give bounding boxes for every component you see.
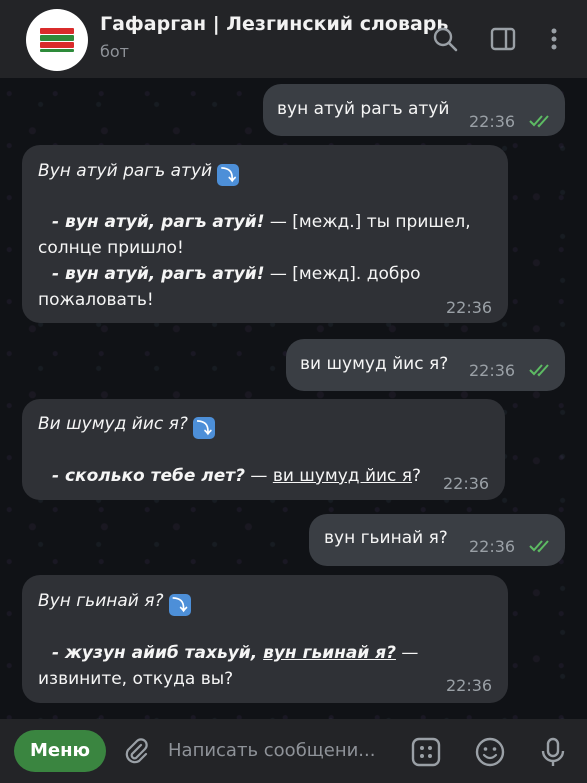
- flag-logo-icon: [40, 28, 74, 52]
- emoji-icon[interactable]: [474, 736, 506, 768]
- outgoing-message[interactable]: вун гьинай я? 22:36: [309, 514, 565, 566]
- bot-avatar[interactable]: [26, 9, 88, 71]
- chat-header: Гафарган | Лезгинский словарь бот: [0, 0, 587, 78]
- message-time: 22:36: [446, 676, 493, 695]
- sidebar-icon[interactable]: [488, 24, 518, 54]
- translation-line: солнце пришло!: [38, 238, 184, 258]
- keyboard-icon[interactable]: [410, 736, 442, 768]
- message-time: 22:36: [469, 537, 516, 556]
- bot-menu-button[interactable]: Меню: [14, 730, 106, 772]
- lookup-link[interactable]: ви шумуд йис я: [273, 466, 412, 486]
- chat-subtitle: бот: [100, 42, 129, 61]
- arrow-down-emoji-icon: ⤵: [217, 164, 240, 186]
- more-icon[interactable]: [539, 24, 569, 54]
- incoming-message[interactable]: Вун гьинай я? ⤵ - жузун айиб тахьуй, вун…: [22, 575, 508, 703]
- message-heading: Вун атуй рагъ атуй ⤵: [38, 159, 240, 186]
- chat-title[interactable]: Гафарган | Лезгинский словарь: [100, 13, 448, 35]
- outgoing-message[interactable]: ви шумуд йис я? 22:36: [286, 339, 565, 391]
- message-heading: Вун гьинай я? ⤵: [38, 589, 191, 616]
- read-ticks-icon: [529, 539, 555, 553]
- arrow-down-emoji-icon: ⤵: [193, 417, 216, 439]
- read-ticks-icon: [529, 114, 555, 128]
- message-time: 22:36: [443, 474, 490, 493]
- message-text: ви шумуд йис я?: [300, 354, 449, 374]
- incoming-message[interactable]: Вун атуй рагъ атуй ⤵ - вун атуй, рагъ ат…: [22, 145, 508, 323]
- message-input[interactable]: Написать сообщени...: [168, 737, 390, 765]
- lookup-link[interactable]: вун гьинай я?: [263, 643, 396, 663]
- read-ticks-icon: [529, 363, 555, 377]
- search-icon[interactable]: [430, 24, 460, 54]
- message-time: 22:36: [446, 298, 493, 317]
- message-time: 22:36: [469, 112, 516, 131]
- message-list[interactable]: вун атуй рагъ атуй 22:36 Вун атуй рагъ а…: [0, 78, 587, 719]
- message-text: вун атуй рагъ атуй: [277, 99, 450, 119]
- translation-line: извините, откуда вы?: [38, 669, 234, 689]
- translation-line: - сколько тебе лет? — ви шумуд йис я?: [52, 466, 422, 486]
- translation-line: - вун атуй, рагъ атуй! — [межд.] ты приш…: [52, 212, 471, 232]
- message-text: вун гьинай я?: [324, 528, 448, 548]
- message-time: 22:36: [469, 361, 516, 380]
- message-heading: Ви шумуд йис я? ⤵: [38, 412, 216, 439]
- translation-line: пожаловать!: [38, 290, 154, 310]
- message-composer: Меню Написать сообщени...: [0, 719, 587, 783]
- translation-line: - вун атуй, рагъ атуй! — [межд]. добро: [52, 264, 421, 284]
- outgoing-message[interactable]: вун атуй рагъ атуй 22:36: [263, 84, 565, 136]
- incoming-message[interactable]: Ви шумуд йис я? ⤵ - сколько тебе лет? — …: [22, 399, 505, 500]
- mic-icon[interactable]: [537, 736, 569, 768]
- translation-line: - жузун айиб тахьуй, вун гьинай я? —: [52, 643, 419, 663]
- arrow-down-emoji-icon: ⤵: [168, 594, 191, 616]
- attach-icon[interactable]: [120, 736, 152, 768]
